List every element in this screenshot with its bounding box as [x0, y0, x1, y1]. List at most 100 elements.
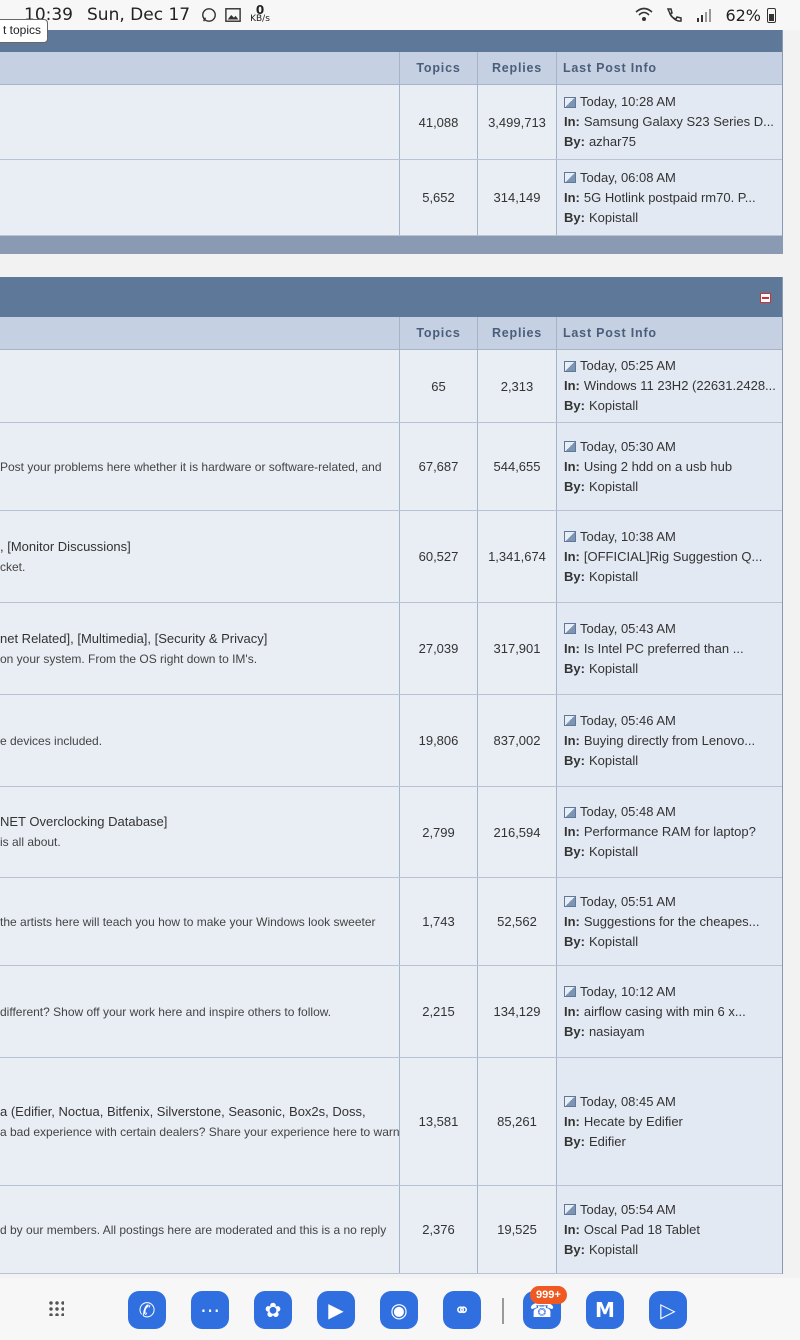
forum-row[interactable]: NET Overclocking Database] is all about. 2…	[0, 787, 782, 878]
last-post-topic[interactable]: 5G Hotlink postpaid rm70. P...	[584, 188, 756, 208]
last-post-topic[interactable]: Hecate by Edifier	[584, 1112, 683, 1132]
youtube-icon[interactable]: ▷	[649, 1291, 687, 1329]
last-post-icon[interactable]	[564, 896, 576, 907]
camera-icon[interactable]: ◉	[380, 1291, 418, 1329]
header-last-post[interactable]: Last Post Info	[557, 317, 782, 349]
last-post-topic[interactable]: [OFFICIAL]Rig Suggestion Q...	[584, 547, 762, 567]
last-post-icon[interactable]	[564, 623, 576, 634]
last-post-author[interactable]: Kopistall	[589, 567, 638, 587]
last-post-topic[interactable]: Performance RAM for laptop?	[584, 822, 756, 842]
last-post-topic[interactable]: Oscal Pad 18 Tablet	[584, 1220, 700, 1240]
forum-name[interactable]: NET Overclocking Database]	[0, 812, 167, 832]
status-date: Sun, Dec 17	[87, 5, 191, 25]
forum-info[interactable]: a (Edifier, Noctua, Bitfenix, Silverston…	[0, 1058, 400, 1185]
last-post-author[interactable]: Kopistall	[589, 751, 638, 771]
last-post-time: Today, 05:54 AM	[580, 1201, 676, 1217]
forum-row[interactable]: e devices included. 19,806 837,002 Today, 0…	[0, 695, 782, 787]
forum-info[interactable]: net Related], [Multimedia], [Security & …	[0, 603, 400, 694]
last-post-icon[interactable]	[564, 531, 576, 542]
in-label: In:	[564, 114, 580, 129]
forum-info[interactable]	[0, 85, 400, 159]
last-post-topic[interactable]: Is Intel PC preferred than ...	[584, 639, 744, 659]
flower-icon[interactable]: ✿	[254, 1291, 292, 1329]
header-replies[interactable]: Replies	[478, 317, 557, 349]
last-post-icon[interactable]	[564, 96, 576, 108]
forum-row[interactable]: a (Edifier, Noctua, Bitfenix, Silverston…	[0, 1058, 782, 1186]
last-post-topic[interactable]: Windows 11 23H2 (22631.2428...	[584, 376, 776, 396]
last-post-icon[interactable]	[564, 1204, 576, 1215]
last-post-time: Today, 05:30 AM	[580, 438, 676, 454]
last-post-author[interactable]: Kopistall	[589, 396, 638, 416]
last-post-topic[interactable]: Using 2 hdd on a usb hub	[584, 457, 732, 477]
last-post-icon[interactable]	[564, 1096, 576, 1107]
last-post-icon[interactable]	[564, 441, 576, 452]
forum-row[interactable]: net Related], [Multimedia], [Security & …	[0, 603, 782, 695]
last-post-author[interactable]: Kopistall	[589, 208, 638, 228]
messages-icon[interactable]: ⋯	[191, 1291, 229, 1329]
forum-row[interactable]: Post your problems here whether it is ha…	[0, 423, 782, 511]
last-post-time: Today, 06:08 AM	[580, 169, 676, 185]
last-post-icon[interactable]	[564, 172, 576, 183]
header-last-post[interactable]: Last Post Info	[557, 52, 782, 84]
forum-info[interactable]	[0, 160, 400, 235]
forum-row[interactable]: 5,652 314,149 Today, 06:08 AM In: 5G Hotlink…	[0, 160, 782, 236]
forum-name[interactable]: , [Monitor Discussions]	[0, 537, 131, 557]
forum-row[interactable]: the artists here will teach you how to m…	[0, 878, 782, 966]
forum-info[interactable]: the artists here will teach you how to m…	[0, 878, 400, 965]
last-post-icon[interactable]	[564, 360, 576, 372]
forum-info[interactable]: e devices included.	[0, 695, 400, 786]
play-store-icon[interactable]: ▶	[317, 1291, 355, 1329]
last-post-info: Today, 05:51 AM In: Suggestions for the ch…	[557, 878, 782, 965]
last-post-icon[interactable]	[564, 715, 576, 726]
category-header	[0, 277, 782, 317]
last-post-author[interactable]: Kopistall	[589, 1240, 638, 1260]
replies-count: 134,129	[478, 966, 557, 1057]
by-label: By:	[564, 1133, 585, 1149]
forum-name[interactable]: net Related], [Multimedia], [Security & …	[0, 629, 267, 649]
internet-icon[interactable]: ⚭	[443, 1291, 481, 1329]
last-post-author[interactable]: Kopistall	[589, 477, 638, 497]
forum-info[interactable]: , [Monitor Discussions] cket.	[0, 511, 400, 602]
battery-percent: 62%	[725, 5, 761, 25]
by-label: By:	[564, 134, 585, 149]
last-post-topic[interactable]: Suggestions for the cheapes...	[584, 912, 760, 932]
forum-info[interactable]: different? Show off your work here and i…	[0, 966, 400, 1057]
forum-info[interactable]: d by our members. All postings here are …	[0, 1186, 400, 1273]
header-topics[interactable]: Topics	[400, 52, 478, 84]
collapse-icon[interactable]	[760, 293, 771, 303]
forum-row[interactable]: 41,088 3,499,713 Today, 10:28 AM In: Samsung…	[0, 85, 782, 160]
m-app-icon[interactable]: M	[586, 1291, 624, 1329]
last-post-topic[interactable]: Samsung Galaxy S23 Series D...	[584, 112, 774, 132]
topics-count: 60,527	[400, 511, 478, 602]
last-post-time: Today, 05:48 AM	[580, 804, 676, 819]
phone-icon[interactable]: ✆	[128, 1291, 166, 1329]
last-post-author[interactable]: Kopistall	[589, 932, 638, 952]
topics-count: 2,376	[400, 1186, 478, 1273]
last-post-author[interactable]: azhar75	[589, 132, 636, 152]
last-post-author[interactable]: Edifier	[589, 1132, 626, 1152]
last-post-author[interactable]: nasiayam	[589, 1022, 645, 1042]
last-post-icon[interactable]	[564, 806, 576, 818]
forum-name[interactable]: a (Edifier, Noctua, Bitfenix, Silverston…	[0, 1102, 366, 1122]
forum-info[interactable]: Post your problems here whether it is ha…	[0, 423, 400, 510]
table-header: Topics Replies Last Post Info	[0, 317, 782, 350]
header-replies[interactable]: Replies	[478, 52, 557, 84]
last-post-author[interactable]: Kopistall	[589, 842, 638, 862]
category-header	[0, 30, 782, 52]
last-post-author[interactable]: Kopistall	[589, 659, 638, 679]
last-post-info: Today, 05:43 AM In: Is Intel PC preferred …	[557, 603, 782, 694]
forum-info[interactable]: NET Overclocking Database] is all about.	[0, 787, 400, 877]
forum-row[interactable]: , [Monitor Discussions] cket. 60,527 1,341,…	[0, 511, 782, 603]
app-drawer-icon[interactable]	[48, 1300, 64, 1316]
forum-info[interactable]	[0, 350, 400, 422]
last-post-topic[interactable]: airflow casing with min 6 x...	[584, 1002, 746, 1022]
forum-row[interactable]: different? Show off your work here and i…	[0, 966, 782, 1058]
replies-count: 837,002	[478, 695, 557, 786]
header-topics[interactable]: Topics	[400, 317, 478, 349]
last-post-topic[interactable]: Buying directly from Lenovo...	[584, 731, 755, 751]
wifi-icon	[635, 7, 653, 21]
replies-count: 544,655	[478, 423, 557, 510]
forum-row[interactable]: 65 2,313 Today, 05:25 AM In: Windows 11 23H2…	[0, 350, 782, 423]
last-post-icon[interactable]	[564, 986, 576, 997]
forum-row[interactable]: d by our members. All postings here are …	[0, 1186, 782, 1274]
